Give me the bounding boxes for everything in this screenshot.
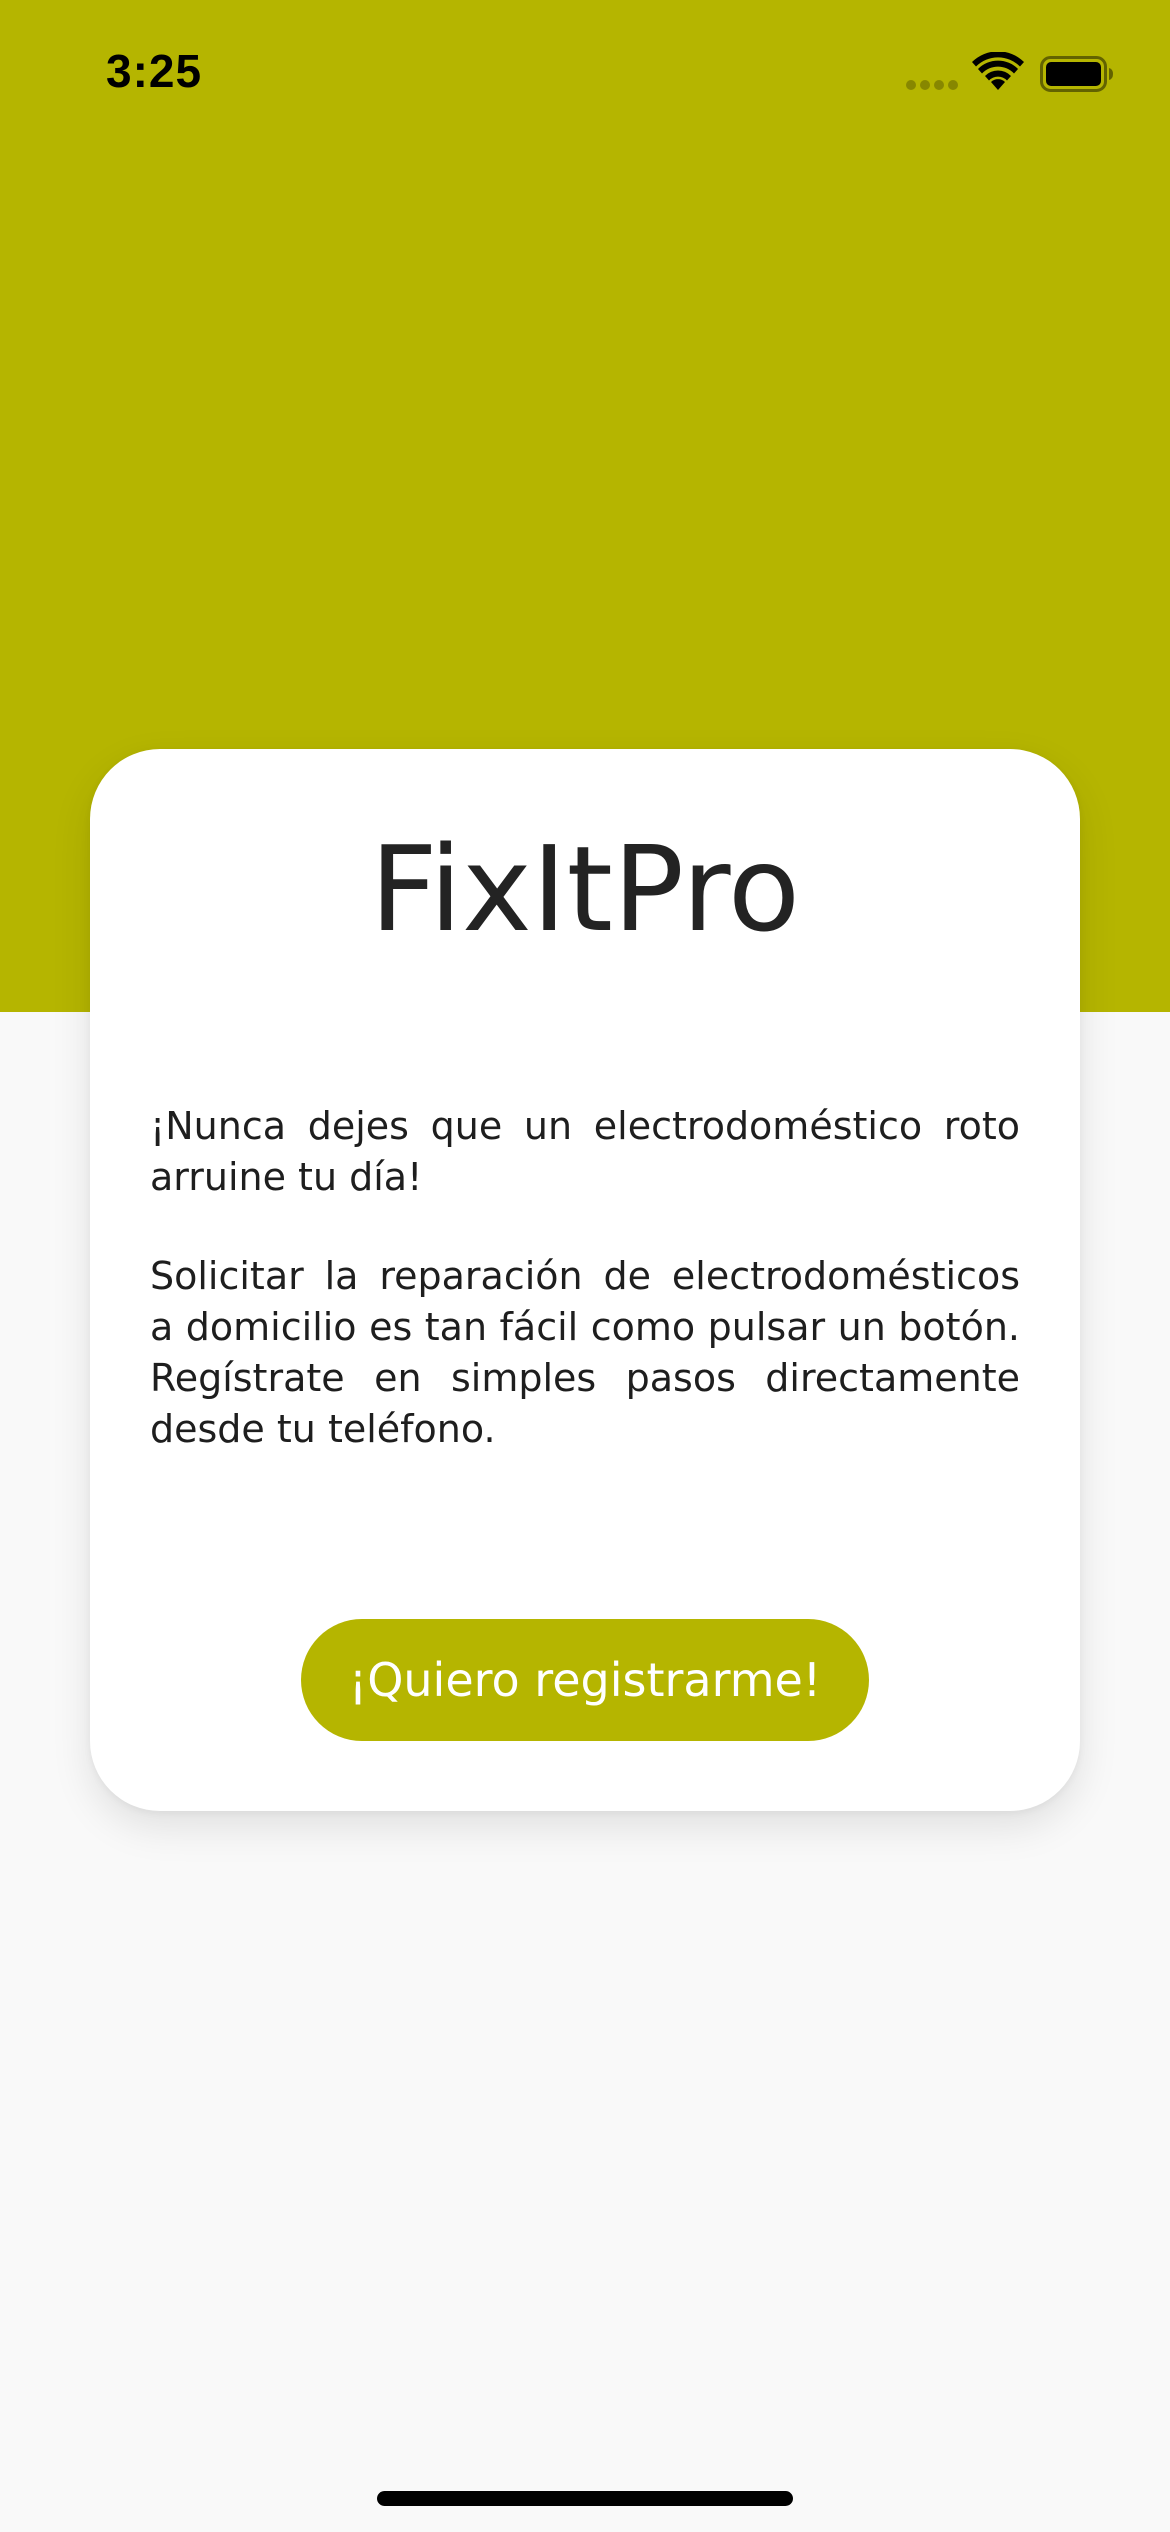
app-title: FixItPro [369, 820, 801, 958]
status-time: 3:25 [106, 45, 203, 97]
welcome-screen: 3:25 FixItPro ¡Nunca dejes que un electr… [0, 0, 1170, 2532]
tagline-text: ¡Nunca dejes que un electrodoméstico rot… [150, 1104, 1020, 1199]
battery-icon [1040, 56, 1113, 92]
home-indicator[interactable] [377, 2491, 793, 2506]
description-text: Solicitar la reparación de electrodomést… [150, 1254, 1020, 1451]
register-button[interactable]: ¡Quiero registrarme! [301, 1619, 869, 1741]
wifi-icon [972, 52, 1024, 90]
welcome-card: FixItPro ¡Nunca dejes que un electrodomé… [90, 749, 1080, 1811]
cellular-signal-icon [906, 80, 960, 92]
